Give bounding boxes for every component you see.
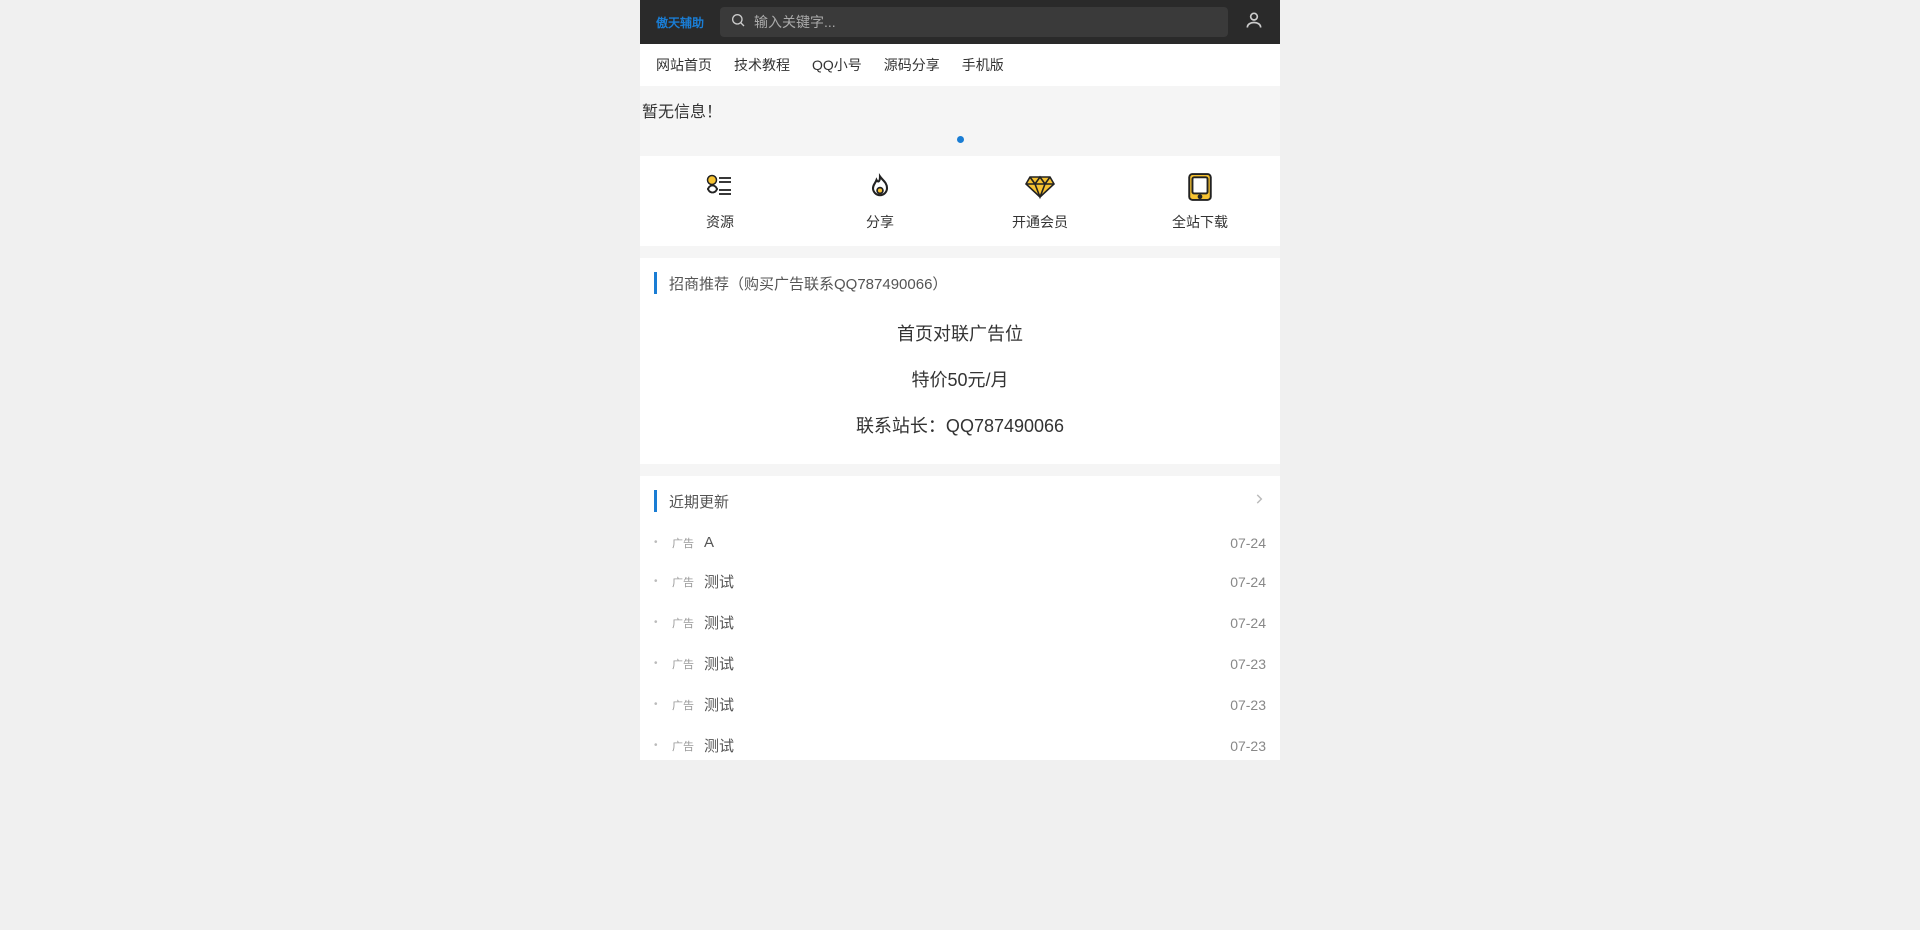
flame-icon: [865, 172, 895, 202]
feature-download[interactable]: 全站下载: [1150, 172, 1250, 232]
list-item[interactable]: • 广告测试07-23: [654, 643, 1266, 684]
updates-header: 近期更新: [654, 490, 1266, 512]
promo-line: 特价50元/月: [654, 366, 1266, 392]
list-item[interactable]: • 广告测试07-23: [654, 684, 1266, 725]
bullet-icon: •: [654, 617, 660, 628]
carousel-indicator: [640, 130, 1280, 156]
list-item-date: 07-24: [1230, 535, 1266, 551]
user-icon[interactable]: [1238, 10, 1270, 35]
bullet-icon: •: [654, 658, 660, 669]
list-item[interactable]: • 广告 A07-24: [654, 524, 1266, 561]
ad-tag: 广告: [670, 615, 696, 631]
top-bar: 傲天辅助: [640, 0, 1280, 44]
list-item-date: 07-24: [1230, 574, 1266, 590]
ad-tag: 广告: [670, 697, 696, 713]
updates-list: •广告A07-24•广告测试07-24•广告测试07-24•广告测试07-23•…: [654, 524, 1266, 760]
list-item-title: 测试: [704, 694, 1230, 715]
main-nav: 网站首页 技术教程 QQ小号 源码分享 手机版: [640, 44, 1280, 86]
feature-resources[interactable]: 资源: [670, 172, 770, 232]
promo-body: 首页对联广告位 特价50元/月 联系站长：QQ787490066: [654, 306, 1266, 446]
promo-title: 招商推荐（购买广告联系QQ787490066）: [669, 273, 1266, 294]
no-info-text: 暂无信息！: [640, 86, 1280, 130]
feature-label: 全站下载: [1172, 212, 1228, 232]
list-item-title: 测试: [704, 735, 1230, 756]
nav-item-home[interactable]: 网站首页: [656, 55, 712, 75]
ad-tag: 广告: [670, 574, 696, 590]
feature-label: 分享: [866, 212, 894, 232]
promo-line: 首页对联广告位: [654, 320, 1266, 346]
ad-tag: 广告: [670, 738, 696, 754]
bullet-icon: •: [654, 740, 660, 751]
site-logo[interactable]: 傲天辅助: [650, 14, 710, 31]
promo-line: 联系站长：QQ787490066: [654, 412, 1266, 438]
app-viewport[interactable]: 傲天辅助 网站首页 技术教程 QQ小号 源码分享 手机版 暂无信息！: [640, 0, 1280, 760]
nav-item-mobile[interactable]: 手机版: [962, 55, 1004, 75]
promo-card: 招商推荐（购买广告联系QQ787490066） 首页对联广告位 特价50元/月 …: [640, 258, 1280, 464]
bullet-icon: •: [654, 576, 660, 587]
list-item-date: 07-23: [1230, 697, 1266, 713]
nav-item-tutorials[interactable]: 技术教程: [734, 55, 790, 75]
feature-row: 资源 分享 开通会员: [640, 156, 1280, 246]
search-icon: [730, 12, 746, 33]
list-item[interactable]: • 广告测试07-23: [654, 725, 1266, 760]
search-input[interactable]: [754, 14, 1218, 30]
diamond-icon: [1025, 172, 1055, 202]
list-item-title: 测试: [704, 653, 1230, 674]
list-item-title: 测试: [704, 571, 1230, 592]
search-box[interactable]: [720, 7, 1228, 37]
download-icon: [1185, 172, 1215, 202]
ad-tag: 广告: [670, 656, 696, 672]
list-item-date: 07-23: [1230, 656, 1266, 672]
list-item[interactable]: • 广告测试07-24: [654, 602, 1266, 643]
list-item-title: 测试: [704, 612, 1230, 633]
chevron-right-icon[interactable]: [1252, 492, 1266, 511]
list-item-date: 07-24: [1230, 615, 1266, 631]
feature-vip[interactable]: 开通会员: [990, 172, 1090, 232]
bullet-icon: •: [654, 699, 660, 710]
feature-label: 开通会员: [1012, 212, 1068, 232]
feature-share[interactable]: 分享: [830, 172, 930, 232]
updates-card: 近期更新 •广告A07-24•广告测试07-24•广告测试07-24•广告测试0…: [640, 476, 1280, 760]
ad-tag: 广告: [670, 535, 696, 551]
promo-header: 招商推荐（购买广告联系QQ787490066）: [654, 272, 1266, 294]
list-item-date: 07-23: [1230, 738, 1266, 754]
bullet-icon: •: [654, 537, 660, 548]
list-item[interactable]: • 广告测试07-24: [654, 561, 1266, 602]
list-item-title: A: [704, 534, 1230, 551]
updates-title: 近期更新: [669, 491, 1252, 512]
feature-label: 资源: [706, 212, 734, 232]
resources-icon: [705, 172, 735, 202]
nav-item-source[interactable]: 源码分享: [884, 55, 940, 75]
nav-item-qq[interactable]: QQ小号: [812, 55, 862, 75]
